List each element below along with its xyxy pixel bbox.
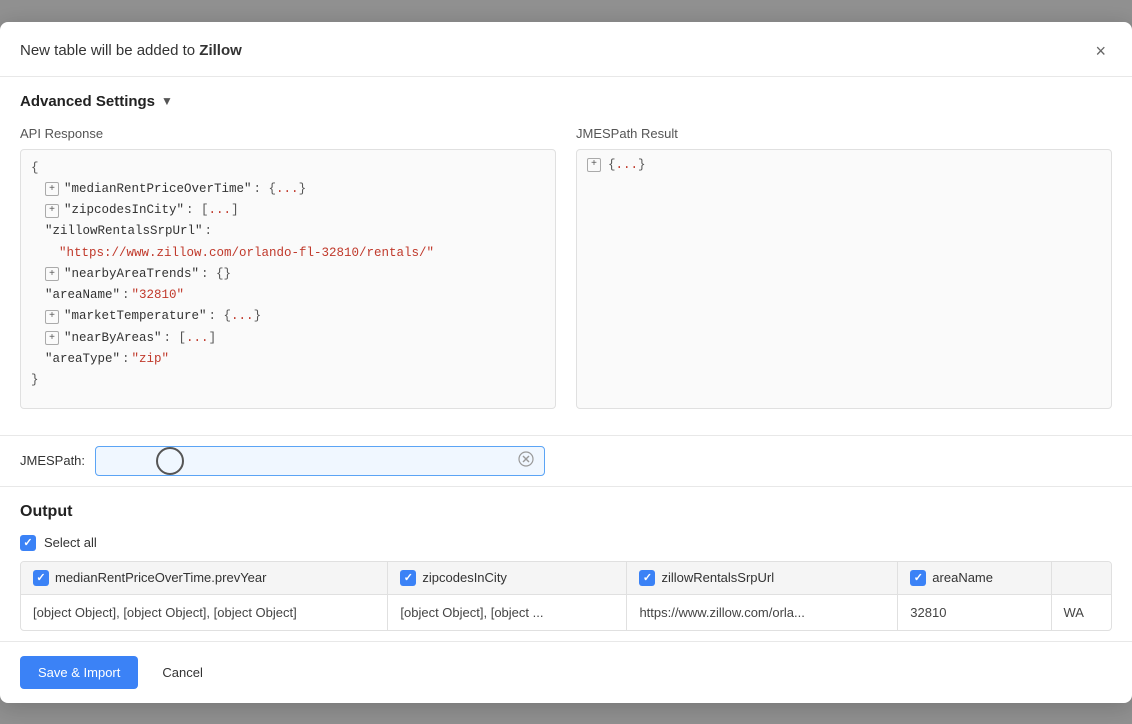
modal-header: New table will be added to Zillow × [0,22,1132,77]
output-table-wrap: medianRentPriceOverTime.prevYear zipcode… [20,561,1112,631]
json-line: + "medianRentPriceOverTime" : {...} [31,179,545,200]
table-header-col2: zipcodesInCity [388,562,627,595]
json-tree: { + "medianRentPriceOverTime" : {...} + … [20,149,556,409]
expand-icon[interactable]: + [45,182,59,196]
expand-icon[interactable]: + [45,331,59,345]
json-line: } [31,370,545,391]
table-header-row: medianRentPriceOverTime.prevYear zipcode… [21,562,1111,595]
output-table: medianRentPriceOverTime.prevYear zipcode… [21,562,1111,630]
output-title: Output [20,503,1112,521]
jmes-result-panel: JMESPath Result + {...} [576,126,1112,409]
expand-icon[interactable]: + [45,310,59,324]
modal: New table will be added to Zillow × Adva… [0,22,1132,703]
json-line: + "marketTemperature" : {...} [31,306,545,327]
json-line: { [31,158,545,179]
col2-checkbox[interactable] [400,570,416,586]
jmespath-label: JMESPath: [20,453,85,468]
advanced-settings-section: Advanced Settings ▼ API Response { + "me… [0,77,1132,436]
table-header-col5 [1051,562,1111,595]
modal-title: New table will be added to Zillow [20,42,242,59]
json-line: + "zipcodesInCity" : [...] [31,200,545,221]
modal-footer: Save & Import Cancel [0,641,1132,703]
jmes-result-label: JMESPath Result [576,126,1112,141]
json-line: + "nearByAreas" : [...] [31,328,545,349]
jmespath-row: JMESPath: [0,436,1132,487]
modal-overlay: New table will be added to Zillow × Adva… [0,0,1132,724]
advanced-settings-toggle[interactable]: Advanced Settings ▼ [20,93,1112,110]
table-cell-col4: 32810 [898,594,1051,630]
output-section: Output Select all medianRentPriceOverTim… [0,487,1132,641]
clear-icon [518,451,534,467]
json-line: "https://www.zillow.com/orlando-fl-32810… [31,243,545,264]
save-import-button[interactable]: Save & Import [20,656,138,689]
json-line: "areaName" : "32810" [31,285,545,306]
jmes-result-line: + {...} [587,158,1101,172]
expand-icon[interactable]: + [45,267,59,281]
table-header-col4: areaName [898,562,1051,595]
table-header-col3: zillowRentalsSrpUrl [627,562,898,595]
json-line: "areaType" : "zip" [31,349,545,370]
jmes-result-box: + {...} [576,149,1112,409]
api-jmes-grid: API Response { + "medianRentPriceOverTim… [20,126,1112,409]
col4-checkbox[interactable] [910,570,926,586]
col3-checkbox[interactable] [639,570,655,586]
table-header-col1: medianRentPriceOverTime.prevYear [21,562,388,595]
api-response-panel: API Response { + "medianRentPriceOverTim… [20,126,556,409]
close-button[interactable]: × [1089,40,1112,62]
col1-checkbox[interactable] [33,570,49,586]
select-all-row: Select all [20,535,1112,551]
api-response-label: API Response [20,126,556,141]
jmespath-input-wrap [95,446,545,476]
cancel-button[interactable]: Cancel [150,656,214,689]
json-line: + "nearbyAreaTrends" : {} [31,264,545,285]
select-all-label: Select all [44,535,97,550]
jmespath-clear-button[interactable] [516,451,536,471]
table-cell-col3: https://www.zillow.com/orla... [627,594,898,630]
expand-icon[interactable]: + [45,204,59,218]
toggle-arrow-icon: ▼ [161,94,173,108]
json-line: "zillowRentalsSrpUrl" : [31,221,545,242]
jmespath-input[interactable] [104,453,516,468]
table-cell-col2: [object Object], [object ... [388,594,627,630]
table-cell-col1: [object Object], [object Object], [objec… [21,594,388,630]
expand-icon[interactable]: + [587,158,601,172]
table-cell-col5: WA [1051,594,1111,630]
select-all-checkbox[interactable] [20,535,36,551]
table-row: [object Object], [object Object], [objec… [21,594,1111,630]
advanced-settings-label: Advanced Settings [20,93,155,110]
